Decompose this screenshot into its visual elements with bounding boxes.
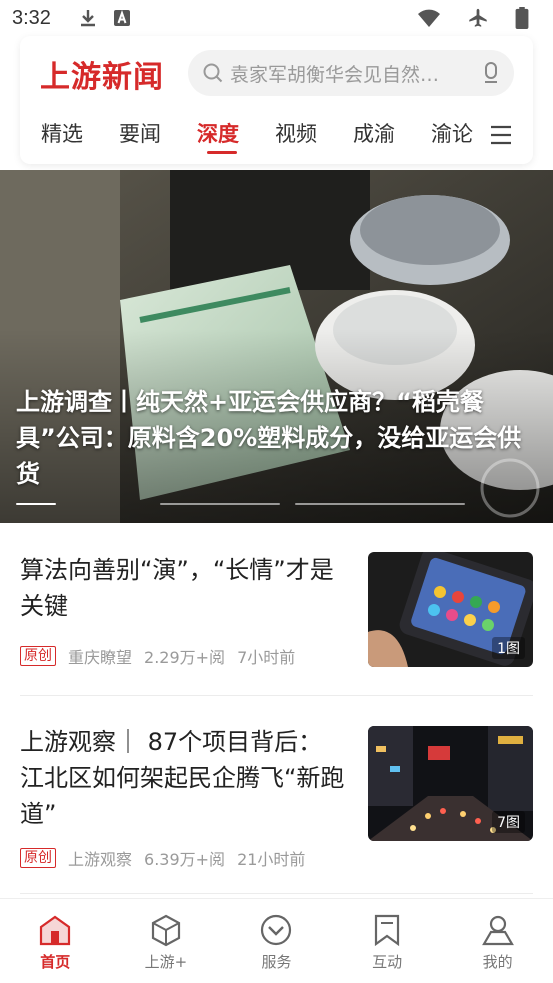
download-icon (80, 10, 95, 27)
cube-icon (151, 914, 180, 947)
app-notification-icon (113, 9, 130, 26)
image-count: 1图 (492, 637, 525, 659)
battery-icon (515, 7, 529, 29)
tab-yulun[interactable]: 渝论 (410, 116, 488, 154)
nav-home-label: 首页 (40, 953, 71, 971)
original-badge: 原创 (20, 848, 56, 868)
article-title[interactable]: 算法向善别“演”，“长情”才是关键 (20, 552, 345, 624)
status-bar: 3:32 (0, 0, 553, 36)
list-divider (20, 695, 533, 696)
carousel-indicator (0, 503, 553, 507)
channel-tabs: 精选 要闻 深度 视频 成渝 渝论 (20, 116, 490, 156)
nav-interact-label: 互动 (372, 953, 403, 971)
wifi-icon (418, 9, 440, 27)
article-meta: 原创 重庆瞭望 2.29万+阅 7小时前 (20, 644, 295, 668)
nav-service[interactable]: 服务 (221, 899, 332, 983)
nav-mine-label: 我的 (482, 953, 513, 971)
tab-chengyu[interactable]: 成渝 (332, 116, 410, 154)
carousel-dot-1 (16, 503, 56, 505)
nav-home[interactable]: 首页 (0, 899, 111, 983)
header-card: 上游新闻 袁家军胡衡华会见自然… 精选 要闻 深度 视频 成渝 渝论 (20, 36, 533, 164)
user-icon (481, 915, 514, 946)
app-logo[interactable]: 上游新闻 (40, 52, 164, 96)
tab-shendu[interactable]: 深度 (176, 116, 254, 154)
article-source: 上游观察 (68, 850, 133, 869)
nav-mine[interactable]: 我的 (442, 899, 553, 983)
channel-menu-button[interactable] (483, 120, 519, 150)
tab-yaowen[interactable]: 要闻 (98, 116, 176, 154)
microphone-icon[interactable] (482, 61, 500, 85)
article-item[interactable]: 算法向善别“演”，“长情”才是关键 原创 重庆瞭望 2.29万+阅 7小时前 1… (20, 552, 533, 672)
article-item[interactable]: 上游观察｜ 87个项目背后：江北区如何架起民企腾飞“新跑道” 原创 上游观察 6… (20, 724, 533, 869)
search-input[interactable]: 袁家军胡衡华会见自然… (230, 60, 482, 87)
article-time: 7小时前 (237, 648, 296, 667)
nav-shangyou-plus-label: 上游+ (144, 953, 188, 971)
airplane-mode-icon (469, 8, 487, 27)
carousel-dot-3 (295, 503, 465, 505)
nav-interact[interactable]: 互动 (332, 899, 443, 983)
bottom-navigation: 首页 上游+ 服务 互动 我的 (0, 898, 553, 983)
home-icon (40, 915, 71, 946)
bookmark-icon (374, 914, 400, 947)
carousel-dot-2 (160, 503, 280, 505)
chevron-circle-icon (261, 914, 292, 946)
image-count: 7图 (492, 811, 525, 833)
banner-headline[interactable]: 上游调查丨纯天然+亚运会供应商？“稻壳餐具”公司：原料含20%塑料成分，没给亚运… (16, 384, 541, 492)
article-thumbnail[interactable]: 7图 (368, 726, 533, 841)
search-icon (203, 63, 223, 83)
list-divider (20, 893, 533, 894)
menu-icon (491, 125, 511, 145)
status-time: 3:32 (12, 6, 51, 29)
article-title[interactable]: 上游观察｜ 87个项目背后：江北区如何架起民企腾飞“新跑道” (20, 724, 345, 832)
tab-shipin[interactable]: 视频 (254, 116, 332, 154)
nav-service-label: 服务 (261, 953, 292, 971)
search-bar[interactable]: 袁家军胡衡华会见自然… (188, 50, 514, 96)
article-meta: 原创 上游观察 6.39万+阅 21小时前 (20, 846, 305, 870)
nav-shangyou-plus[interactable]: 上游+ (111, 899, 222, 983)
original-badge: 原创 (20, 646, 56, 666)
article-time: 21小时前 (237, 850, 306, 869)
article-thumbnail[interactable]: 1图 (368, 552, 533, 667)
article-reads: 2.29万+阅 (144, 648, 226, 667)
article-source: 重庆瞭望 (68, 648, 133, 667)
article-reads: 6.39万+阅 (144, 850, 226, 869)
tab-jingxuan[interactable]: 精选 (20, 116, 98, 154)
